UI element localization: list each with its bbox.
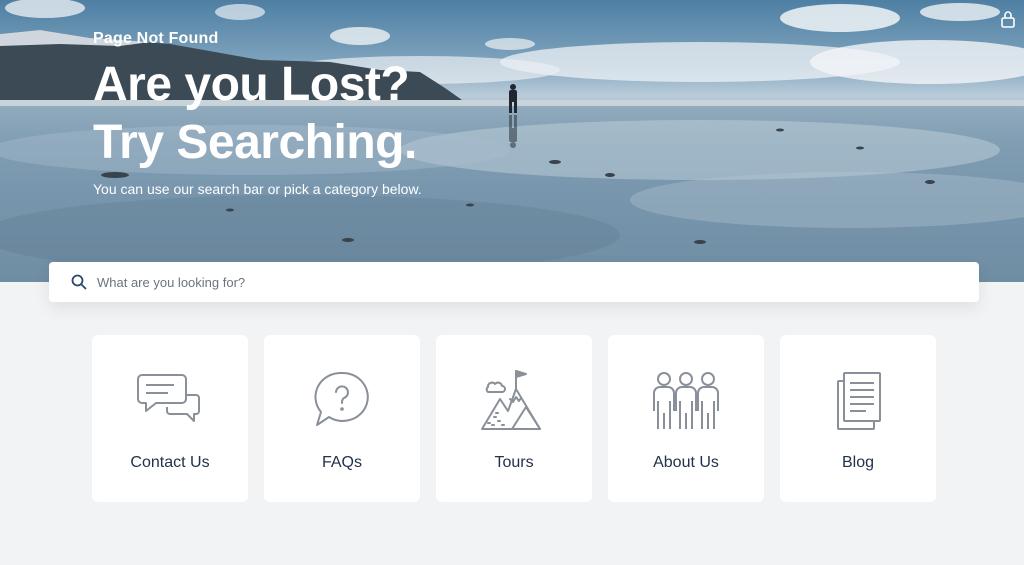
category-label: About Us: [653, 454, 719, 471]
lock-icon[interactable]: [1000, 10, 1016, 28]
hero-subheading: You can use our search bar or pick a cat…: [93, 181, 422, 197]
page-headline: Are you Lost? Try Searching.: [93, 56, 417, 172]
category-card-about-us[interactable]: About Us: [608, 335, 764, 502]
page-not-found-label: Page Not Found: [93, 30, 219, 47]
mountain-flag-icon: [481, 370, 541, 430]
question-bubble-icon: [314, 371, 369, 426]
category-card-contact-us[interactable]: Contact Us: [92, 335, 248, 502]
chat-bubbles-icon: [137, 374, 200, 422]
category-card-tours[interactable]: Tours: [436, 335, 592, 502]
search-icon[interactable]: [71, 274, 87, 290]
category-card-faqs[interactable]: FAQs: [264, 335, 420, 502]
category-label: Blog: [841, 454, 875, 471]
category-label: FAQs: [321, 454, 362, 471]
documents-icon: [837, 372, 881, 430]
category-label: Contact Us: [130, 454, 210, 471]
headline-line-2: Try Searching.: [93, 116, 417, 169]
search-input[interactable]: [95, 262, 979, 302]
category-cards: Contact Us FAQs Tours About Us Blog: [92, 335, 936, 502]
search-bar: [49, 262, 979, 302]
headline-line-1: Are you Lost?: [93, 58, 410, 111]
category-label: Tours: [494, 454, 534, 471]
team-people-icon: [653, 372, 719, 429]
category-card-blog[interactable]: Blog: [780, 335, 936, 502]
hero-banner: Page Not Found Are you Lost? Try Searchi…: [0, 0, 1024, 282]
